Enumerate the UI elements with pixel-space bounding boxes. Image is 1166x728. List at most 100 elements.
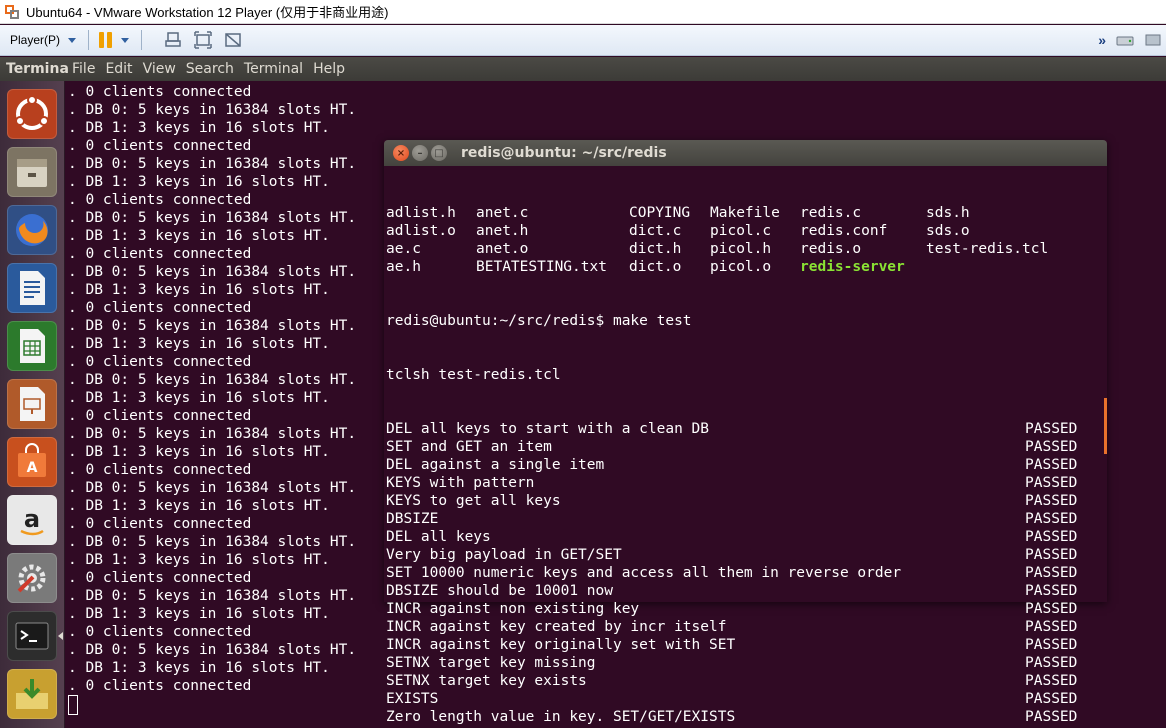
test-status: PASSED [1025, 583, 1078, 599]
test-result-row: INCR against key originally set with SET… [386, 636, 1105, 654]
test-name: SETNX target key missing [386, 655, 596, 671]
terminal-icon[interactable] [7, 611, 57, 661]
svg-text:A: A [27, 460, 38, 476]
unity-mode-icon[interactable] [224, 31, 242, 49]
menu-terminal[interactable]: Terminal [244, 61, 303, 77]
test-status: PASSED [1025, 565, 1078, 581]
test-result-row: SETNX target key missing PASSED [386, 654, 1105, 672]
test-result-row: SET 10000 numeric keys and access all th… [386, 564, 1105, 582]
test-result-row: Very big payload in GET/SET PASSED [386, 546, 1105, 564]
writer-icon[interactable] [7, 263, 57, 313]
file-name: ae.h [386, 259, 421, 275]
file-name: adlist.o [386, 223, 456, 239]
file-name: anet.o [476, 241, 529, 257]
test-status: PASSED [1025, 673, 1078, 689]
test-name: INCR against non existing key [386, 601, 640, 617]
menu-edit[interactable]: Edit [105, 61, 132, 77]
file-name: adlist.h [386, 205, 456, 221]
test-result-row: DBSIZE should be 10001 now PASSED [386, 582, 1105, 600]
test-results: DEL all keys to start with a clean DB PAS… [386, 420, 1105, 728]
ls-row: ae.h BETATESTING.txt dict.o picol.o redis-se… [386, 258, 1105, 276]
test-result-row: INCR against key created by incr itself P… [386, 618, 1105, 636]
impress-icon[interactable] [7, 379, 57, 429]
test-name: Very big payload in GET/SET [386, 547, 622, 563]
file-name: test-redis.tcl [926, 241, 1049, 257]
unity-launcher: A a [0, 81, 65, 728]
maximize-icon[interactable]: □ [431, 145, 447, 161]
double-chevron-right-icon[interactable]: » [1098, 32, 1106, 48]
test-status: PASSED [1025, 547, 1078, 563]
test-status: PASSED [1025, 457, 1078, 473]
test-result-row: EXISTS PASSED [386, 690, 1105, 708]
test-status: PASSED [1025, 439, 1078, 455]
test-name: DEL all keys to start with a clean DB [386, 421, 710, 437]
file-name: dict.o [629, 259, 682, 275]
file-name: picol.o [710, 259, 772, 275]
toolbar-divider [88, 30, 90, 50]
tcl-command-line: tclsh test-redis.tcl [386, 367, 561, 383]
scrollbar-thumb[interactable] [1104, 398, 1107, 454]
test-name: SETNX target key exists [386, 673, 587, 689]
firefox-icon[interactable] [7, 205, 57, 255]
file-name: COPYING [629, 205, 691, 221]
test-name: DBSIZE [386, 511, 439, 527]
file-name: picol.c [710, 223, 772, 239]
text-cursor [68, 695, 78, 715]
test-name: DEL all keys [386, 529, 491, 545]
file-name: picol.h [710, 241, 772, 257]
redis-terminal-titlebar[interactable]: × – □ redis@ubuntu: ~/src/redis [384, 140, 1107, 166]
pause-icon [99, 32, 113, 48]
test-status: PASSED [1025, 493, 1078, 509]
amazon-icon[interactable]: a [7, 495, 57, 545]
file-name: redis-server [800, 259, 905, 275]
system-settings-icon[interactable] [7, 553, 57, 603]
minimize-icon[interactable]: – [412, 145, 428, 161]
test-result-row: Zero length value in key. SET/GET/EXISTS… [386, 708, 1105, 726]
test-status: PASSED [1025, 475, 1078, 491]
test-result-row: DEL against a single item PASSED [386, 456, 1105, 474]
test-name: INCR against key originally set with SET [386, 637, 736, 653]
ubuntu-dash-icon[interactable] [7, 89, 57, 139]
hard-disk-icon[interactable] [1116, 31, 1134, 49]
software-center-icon[interactable]: A [7, 437, 57, 487]
vmware-window-title: Ubuntu64 - VMware Workstation 12 Player … [26, 5, 389, 20]
test-name: EXISTS [386, 691, 439, 707]
test-status: PASSED [1025, 709, 1078, 725]
redis-terminal-window[interactable]: × – □ redis@ubuntu: ~/src/redis adlist.h… [384, 140, 1107, 728]
menu-help[interactable]: Help [313, 61, 345, 77]
terminal-line: . DB 0: 5 keys in 16384 slots HT. [68, 102, 357, 118]
file-name: anet.h [476, 223, 529, 239]
ls-row: adlist.h anet.c COPYING Makefile redis.c sds.… [386, 204, 1105, 222]
files-icon[interactable] [7, 147, 57, 197]
menu-search[interactable]: Search [186, 61, 234, 77]
file-name: sds.h [926, 205, 970, 221]
redis-terminal-body[interactable]: adlist.h anet.c COPYING Makefile redis.c sds.… [386, 168, 1105, 728]
vmware-logo-icon [4, 4, 20, 20]
test-status: PASSED [1025, 691, 1078, 707]
vmware-toolbar: Player(P) » [0, 25, 1166, 56]
pause-button[interactable] [99, 28, 130, 52]
ubuntu-top-panel: Terminal File Edit View Search Terminal … [0, 57, 1166, 81]
file-name: dict.c [629, 223, 682, 239]
test-name: SET 10000 numeric keys and access all th… [386, 565, 902, 581]
test-status: PASSED [1025, 529, 1078, 545]
test-status: PASSED [1025, 619, 1078, 635]
installer-icon[interactable] [7, 669, 57, 719]
test-result-row: DBSIZE PASSED [386, 510, 1105, 528]
test-result-row: SET and GET an item PASSED [386, 438, 1105, 456]
calc-icon[interactable] [7, 321, 57, 371]
network-adapter-icon[interactable] [1144, 31, 1162, 49]
ls-output: adlist.h anet.c COPYING Makefile redis.c sds.… [386, 204, 1105, 276]
fullscreen-icon[interactable] [194, 31, 212, 49]
menu-view[interactable]: View [143, 61, 176, 77]
prompt-line: redis@ubuntu:~/src/redis$ make test [386, 313, 692, 329]
send-ctrl-alt-del-icon[interactable] [164, 31, 182, 49]
test-result-row: SETNX target key exists PASSED [386, 672, 1105, 690]
file-name: sds.o [926, 223, 970, 239]
test-result-row: DEL all keys PASSED [386, 528, 1105, 546]
player-menu-button[interactable]: Player(P) [10, 28, 77, 52]
close-icon[interactable]: × [393, 145, 409, 161]
test-name: DEL against a single item [386, 457, 605, 473]
menu-file[interactable]: File [72, 61, 95, 77]
test-result-row: KEYS with pattern PASSED [386, 474, 1105, 492]
